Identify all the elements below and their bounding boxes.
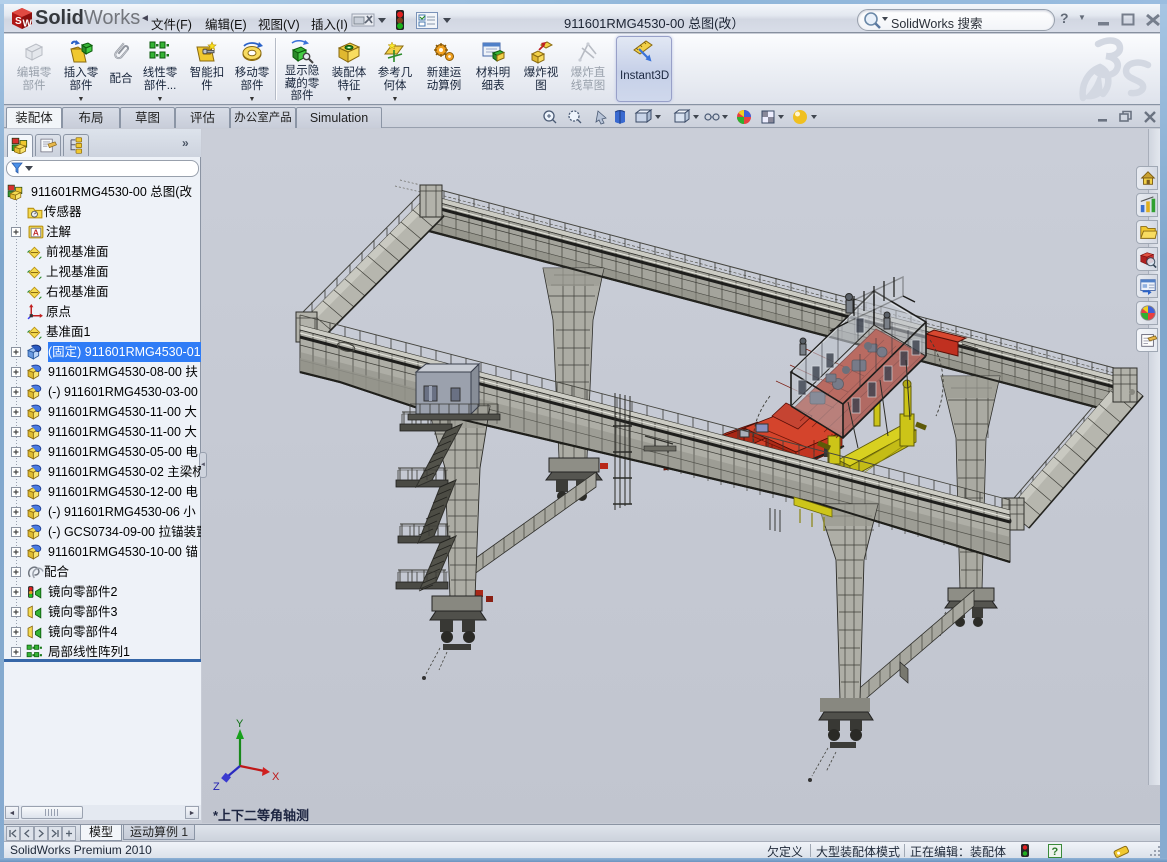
svg-text:Y: Y xyxy=(236,718,244,730)
svg-text:Z: Z xyxy=(213,781,220,793)
svg-text:S: S xyxy=(15,16,22,27)
svg-text:W: W xyxy=(23,19,33,30)
svg-text:X: X xyxy=(272,771,280,783)
svg-text:?: ? xyxy=(1052,846,1059,858)
